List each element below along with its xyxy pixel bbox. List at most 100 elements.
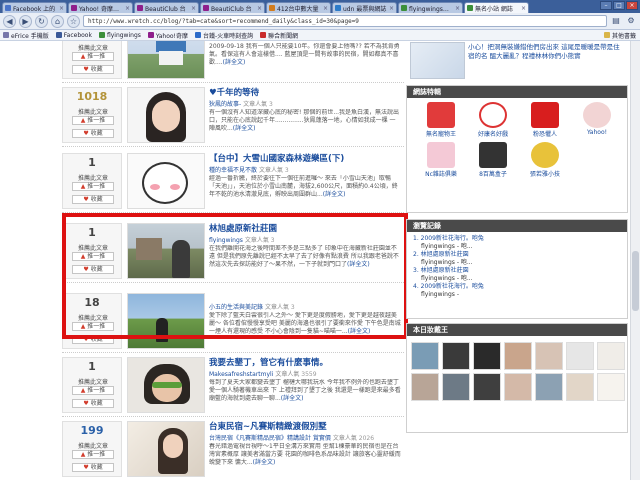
photo-thumbnail[interactable] bbox=[597, 342, 625, 370]
post-thumbnail[interactable] bbox=[127, 41, 205, 79]
browser-tab[interactable]: BeautiClub 台 × bbox=[200, 2, 265, 13]
blog-name[interactable]: 狄鳳的故事- bbox=[209, 101, 241, 108]
bookmark-star-icon[interactable]: ☆ bbox=[67, 14, 80, 28]
bookmark-item[interactable]: 台鐵-火車時刻查詢 bbox=[194, 31, 253, 40]
bookmark-item[interactable]: flyingwings bbox=[98, 32, 141, 39]
featured-item[interactable]: 無名寵物王 bbox=[415, 102, 467, 138]
photo-thumbnail[interactable] bbox=[411, 373, 439, 401]
ad-image[interactable] bbox=[410, 42, 465, 79]
photo-thumbnail[interactable] bbox=[442, 373, 470, 401]
read-more-link[interactable]: (詳全文) bbox=[348, 328, 371, 335]
reload-icon[interactable]: ↻ bbox=[35, 14, 48, 28]
browser-tab[interactable]: flyingwings：無 × bbox=[398, 2, 463, 13]
push-button[interactable]: ▲ 推一推 bbox=[72, 386, 114, 395]
address-bar[interactable]: http://www.wretch.cc/blog/?tab=cate&sort… bbox=[83, 15, 607, 27]
close-tab-icon[interactable]: × bbox=[191, 5, 196, 12]
photo-thumbnail[interactable] bbox=[411, 342, 439, 370]
read-more-link[interactable]: (詳全文) bbox=[223, 59, 246, 66]
photo-thumbnail[interactable] bbox=[473, 342, 501, 370]
read-more-link[interactable]: (詳全文) bbox=[323, 191, 346, 198]
photo-thumbnail[interactable] bbox=[535, 373, 563, 401]
push-button[interactable]: ▲ 推一推 bbox=[72, 182, 114, 191]
favorite-button[interactable]: ♥ 收藏 bbox=[72, 65, 114, 74]
close-window-icon[interactable]: × bbox=[626, 1, 638, 10]
photo-thumbnail[interactable] bbox=[504, 342, 532, 370]
read-more-link[interactable]: (詳全文) bbox=[233, 125, 256, 132]
close-tab-icon[interactable]: × bbox=[257, 5, 262, 12]
history-link[interactable]: 4. 2009新社花海行。咆兔 bbox=[413, 283, 621, 291]
read-more-link[interactable]: (詳全文) bbox=[347, 261, 370, 268]
post-thumbnail[interactable] bbox=[127, 421, 205, 477]
post-title[interactable]: 林旭處原新社莊園 bbox=[209, 222, 401, 234]
blog-name[interactable]: 台灣民宿《凡賽斯精品民宿》精講設計 賞實價 bbox=[209, 435, 331, 442]
home-icon[interactable]: ⌂ bbox=[51, 14, 64, 28]
browser-tab[interactable]: Facebook 上的 × bbox=[2, 2, 67, 13]
post-title[interactable]: ♥千年的等待 bbox=[209, 86, 401, 98]
browser-tab[interactable]: udn 最票與網誌 × bbox=[332, 2, 397, 13]
scrollbar-thumb[interactable] bbox=[632, 251, 639, 311]
browser-tab[interactable]: 412台中數大量 × bbox=[266, 2, 331, 13]
push-button[interactable]: ▲ 推一推 bbox=[72, 252, 114, 261]
photo-thumbnail[interactable] bbox=[504, 373, 532, 401]
blog-name[interactable]: 種的幸福不見不散 bbox=[209, 167, 257, 174]
close-tab-icon[interactable]: × bbox=[323, 5, 328, 12]
favorite-button[interactable]: ♥ 收藏 bbox=[72, 265, 114, 274]
featured-item[interactable]: 粉恐懼人 bbox=[519, 102, 571, 138]
history-link[interactable]: 1. 2009新社花海行。咆兔 bbox=[413, 235, 621, 243]
photo-thumbnail[interactable] bbox=[566, 342, 594, 370]
close-tab-icon[interactable]: × bbox=[59, 5, 64, 12]
page-menu-icon[interactable]: ▤ bbox=[610, 15, 622, 27]
blog-name[interactable]: flyingwings bbox=[209, 237, 243, 244]
bookmark-item[interactable]: Yahoo!奇摩 bbox=[147, 31, 188, 40]
maximize-icon[interactable]: □ bbox=[613, 1, 625, 10]
post-thumbnail[interactable] bbox=[127, 153, 205, 209]
wrench-icon[interactable]: ⚙ bbox=[625, 15, 637, 27]
post-thumbnail[interactable] bbox=[127, 223, 205, 279]
browser-tab-active[interactable]: 無名小站 網誌 × bbox=[464, 2, 529, 13]
featured-item[interactable]: 8百萬盒子 bbox=[467, 142, 519, 178]
photo-thumbnail[interactable] bbox=[535, 342, 563, 370]
post-title[interactable]: 我要去墾丁，管它有什麼事情。 bbox=[209, 356, 401, 368]
post-thumbnail[interactable] bbox=[127, 293, 205, 349]
minimize-icon[interactable]: – bbox=[600, 1, 612, 10]
featured-item[interactable]: 張若雅小技 bbox=[519, 142, 571, 178]
forward-icon[interactable]: ▶ bbox=[19, 14, 32, 28]
photo-thumbnail[interactable] bbox=[442, 342, 470, 370]
post-thumbnail[interactable] bbox=[127, 357, 205, 413]
favorite-button[interactable]: ♥ 收藏 bbox=[72, 399, 114, 408]
featured-item[interactable]: Nc雜誌俱樂 bbox=[415, 142, 467, 178]
featured-item[interactable]: Yahoo! bbox=[571, 102, 623, 138]
read-more-link[interactable]: (詳全文) bbox=[281, 395, 304, 402]
vertical-scrollbar[interactable] bbox=[630, 41, 640, 480]
post-thumbnail[interactable] bbox=[127, 87, 205, 143]
bookmark-item[interactable]: Facebook bbox=[55, 32, 92, 39]
push-button[interactable]: ▲ 推一推 bbox=[72, 322, 114, 331]
favorite-button[interactable]: ♥ 收藏 bbox=[72, 335, 114, 344]
blog-name[interactable]: 小五的生活與美記錄 bbox=[209, 304, 263, 311]
push-button[interactable]: ▲ 推一推 bbox=[72, 116, 114, 125]
bookmark-item[interactable]: 聯合新聞網 bbox=[260, 31, 298, 40]
blog-name[interactable]: Makesafreshstartmyli bbox=[209, 371, 273, 378]
history-link[interactable]: 2. 林旭處原新社莊園 bbox=[413, 251, 621, 259]
close-tab-icon[interactable]: × bbox=[455, 5, 460, 12]
post-title[interactable]: 【台中】大雪山國家森林遊樂區(下) bbox=[209, 152, 401, 164]
push-button[interactable]: ▲ 推一推 bbox=[72, 52, 114, 61]
history-link[interactable]: 3. 林旭處原新社莊園 bbox=[413, 267, 621, 275]
post-title[interactable]: 台東民宿~凡賽斯精緻渡假別墅 bbox=[209, 420, 401, 432]
favorite-button[interactable]: ♥ 收藏 bbox=[72, 463, 114, 472]
browser-tab[interactable]: BeautiClub 台 × bbox=[134, 2, 199, 13]
featured-item[interactable]: 好康名好戲 bbox=[467, 102, 519, 138]
photo-thumbnail[interactable] bbox=[566, 373, 594, 401]
back-icon[interactable]: ◀ bbox=[3, 14, 16, 28]
other-bookmarks[interactable]: 其他書籤 bbox=[603, 31, 636, 40]
read-more-link[interactable]: (詳全文) bbox=[253, 459, 276, 466]
photo-thumbnail[interactable] bbox=[597, 373, 625, 401]
browser-tab[interactable]: Yahoo! 奇摩拍賣 × bbox=[68, 2, 133, 13]
close-tab-icon[interactable]: × bbox=[389, 5, 394, 12]
favorite-button[interactable]: ♥ 收藏 bbox=[72, 129, 114, 138]
favorite-button[interactable]: ♥ 收藏 bbox=[72, 195, 114, 204]
close-tab-icon[interactable]: × bbox=[125, 5, 130, 12]
push-button[interactable]: ▲ 推一推 bbox=[72, 450, 114, 459]
close-tab-icon[interactable]: × bbox=[521, 5, 526, 12]
photo-thumbnail[interactable] bbox=[473, 373, 501, 401]
